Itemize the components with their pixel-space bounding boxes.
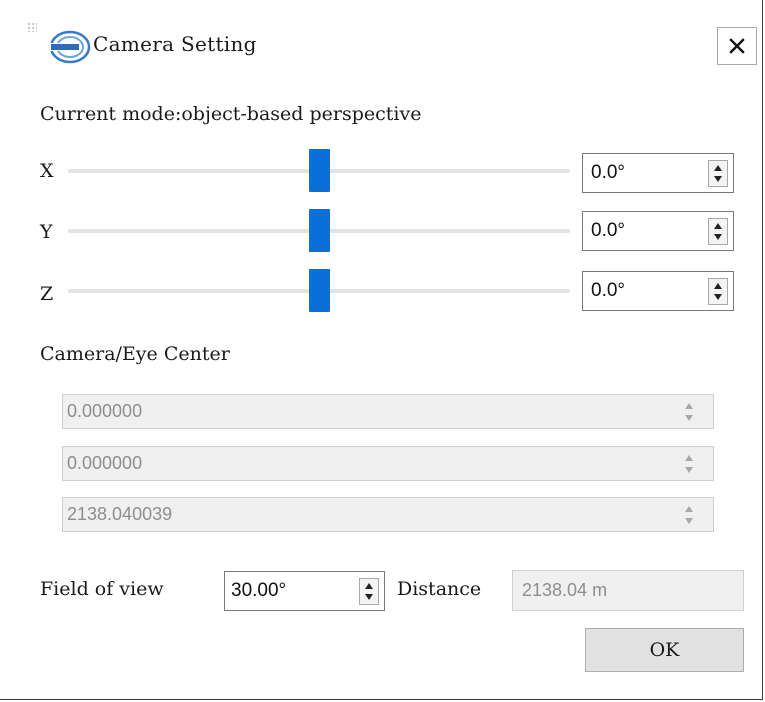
z-slider-handle[interactable] [309,269,330,312]
disabled-spin-arrows [685,453,695,475]
x-slider-handle[interactable] [309,149,330,192]
distance-label: Distance [397,578,482,600]
camera-center-x-field: 0.000000 [62,394,714,429]
title-bar[interactable]: Camera Setting [0,0,763,90]
x-axis-label: X [40,160,54,182]
disabled-spin-arrows [685,504,695,526]
close-icon [729,38,745,54]
camera-center-y-value: 0.000000 [67,453,143,473]
z-rotation-value[interactable]: 0.0° [591,280,625,302]
y-rotation-spinbox[interactable]: 0.0° [582,211,734,251]
z-spin-arrows[interactable] [708,278,728,305]
spin-down-icon[interactable] [714,176,722,182]
disabled-spin-arrows [685,401,695,423]
spin-down-icon[interactable] [714,234,722,240]
x-rotation-spinbox[interactable]: 0.0° [582,153,734,193]
spin-up-icon[interactable] [714,283,722,289]
spin-up-icon[interactable] [714,223,722,229]
y-rotation-value[interactable]: 0.0° [591,220,625,242]
camera-center-z-field: 2138.040039 [62,497,714,532]
spin-down-icon[interactable] [714,294,722,300]
spin-up-icon[interactable] [365,583,373,589]
close-button[interactable] [717,27,757,65]
camera-setting-dialog: Camera Setting Current mode:object-based… [0,0,763,700]
field-of-view-value[interactable]: 30.00° [231,580,286,602]
fov-spin-arrows[interactable] [359,578,379,605]
ok-button[interactable]: OK [585,628,744,672]
field-of-view-spinbox[interactable]: 30.00° [224,571,385,611]
x-rotation-slider[interactable] [68,149,570,192]
distance-value: 2138.04 m [522,580,608,600]
x-spin-arrows[interactable] [708,160,728,187]
camera-center-y-field: 0.000000 [62,446,714,481]
spin-down-icon[interactable] [365,594,373,600]
z-rotation-spinbox[interactable]: 0.0° [582,271,734,311]
field-of-view-label: Field of view [40,578,164,600]
y-axis-label: Y [40,221,53,243]
app-logo-icon [49,30,91,64]
y-slider-handle[interactable] [309,209,330,252]
camera-center-z-value: 2138.040039 [67,504,173,524]
y-spin-arrows[interactable] [708,218,728,245]
x-rotation-value[interactable]: 0.0° [591,162,625,184]
camera-center-x-value: 0.000000 [67,401,143,421]
z-axis-label: Z [40,283,54,305]
current-mode-label: Current mode:object-based perspective [40,103,422,125]
camera-center-heading: Camera/Eye Center [40,343,230,365]
distance-field: 2138.04 m [512,570,744,611]
dialog-title: Camera Setting [93,32,257,56]
grip-icon [27,22,37,32]
z-rotation-slider[interactable] [68,269,570,312]
y-rotation-slider[interactable] [68,209,570,252]
spin-up-icon[interactable] [714,165,722,171]
